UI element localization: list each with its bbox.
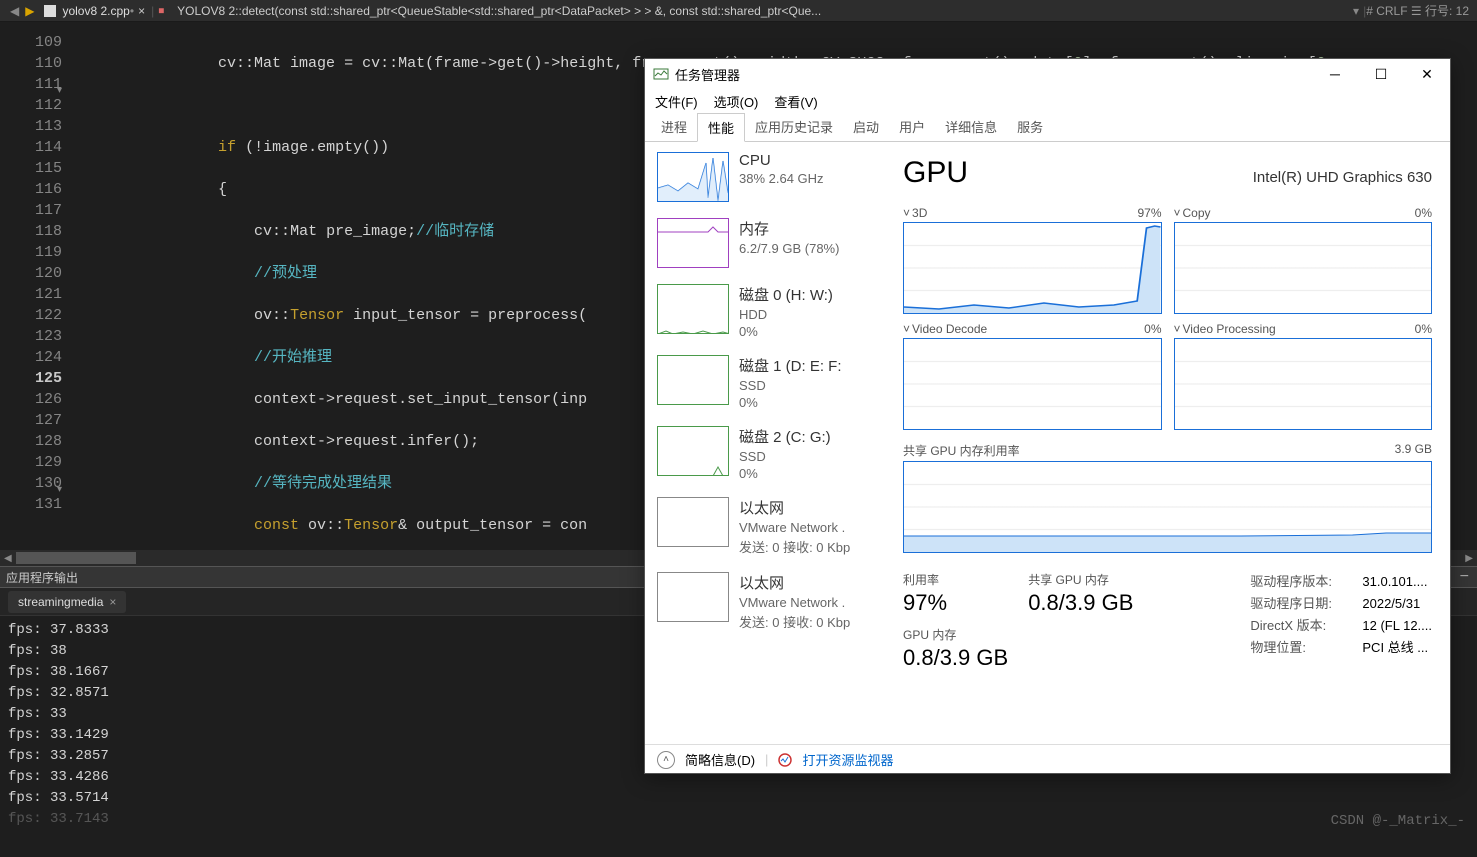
tab-users[interactable]: 用户 [889, 113, 935, 141]
open-resource-monitor[interactable]: 打开资源监视器 [802, 750, 893, 769]
info-directx: 12 (FL 12.... [1362, 615, 1432, 637]
scroll-right-icon[interactable]: ▶ [1461, 553, 1477, 564]
task-manager-window: 任务管理器 ─ ☐ ✕ 文件(F) 选项(O) 查看(V) 进程 性能 应用历史… [644, 58, 1451, 774]
chevron-down-icon[interactable]: ˅ [903, 206, 910, 220]
info-driver-ver-label: 驱动程序版本: [1250, 571, 1350, 593]
tab-performance[interactable]: 性能 [697, 113, 745, 142]
dropdown-icon[interactable]: ▾ [1353, 4, 1359, 18]
close-tab[interactable]: × [138, 4, 145, 18]
fold-icon[interactable]: ▾ [57, 480, 62, 501]
chart-label-vdecode[interactable]: Video Decode [912, 322, 987, 336]
sidebar-item-disk0[interactable]: 磁盘 0 (H: W:)HDD0% [657, 284, 895, 339]
chart-shared-memory [903, 461, 1432, 553]
info-driver-date-label: 驱动程序日期: [1250, 593, 1350, 615]
line-gutter: 109 110 111▾ 112 113 114 115 116 117 118… [0, 22, 74, 550]
chart-value-vproc: 0% [1415, 322, 1432, 336]
sidebar-item-disk1[interactable]: 磁盘 1 (D: E: F:SSD0% [657, 355, 895, 410]
breadcrumb[interactable]: YOLOV8 2::detect(const std::shared_ptr<Q… [177, 4, 1349, 18]
chart-3d [903, 222, 1162, 314]
info-driver-date: 2022/5/31 [1362, 593, 1420, 615]
scroll-left-icon[interactable]: ◀ [0, 553, 16, 564]
watermark: CSDN @-_Matrix_- [1331, 813, 1465, 829]
taskmgr-footer: ˄ 简略信息(D) | 打开资源监视器 [645, 744, 1450, 774]
fold-icon[interactable]: ▾ [57, 81, 62, 102]
modified-dot-icon: • [130, 4, 134, 18]
util-value: 97% [903, 590, 1008, 616]
chevron-down-icon[interactable]: ˅ [903, 322, 910, 336]
file-icon [44, 5, 56, 17]
sidebar-item-memory[interactable]: 内存6.2/7.9 GB (78%) [657, 218, 895, 268]
info-location: PCI 总线 ... [1362, 637, 1428, 659]
minus-icon[interactable]: − [1460, 568, 1469, 586]
menu-options[interactable]: 选项(O) [714, 92, 759, 111]
util-label: 利用率 [903, 571, 1008, 588]
scrollbar-thumb[interactable] [16, 552, 136, 564]
menu-file[interactable]: 文件(F) [655, 92, 698, 111]
nav-back-icon[interactable]: ◀ [10, 4, 19, 18]
tab-app-history[interactable]: 应用历史记录 [745, 113, 843, 141]
sidebar-item-ethernet1[interactable]: 以太网VMware Network .发送: 0 接收: 0 Kbp [657, 497, 895, 556]
chart-video-decode [903, 338, 1162, 430]
nav-forward-icon[interactable]: ▶ [25, 4, 34, 18]
shared-mem-label: 共享 GPU 内存利用率 [903, 442, 1020, 459]
chart-value-vdecode: 0% [1144, 322, 1161, 336]
monitor-icon [778, 753, 792, 767]
status-text: # CRLF ☰ 行号: 12 [1366, 2, 1477, 19]
shared-mem-max: 3.9 GB [1395, 442, 1432, 459]
chart-value-3d: 97% [1137, 206, 1161, 220]
tab-processes[interactable]: 进程 [651, 113, 697, 141]
chevron-down-icon[interactable]: ˅ [1174, 206, 1181, 220]
tab-details[interactable]: 详细信息 [935, 113, 1007, 141]
diamond-icon: ◆ [155, 4, 168, 17]
gpu-mem-label: GPU 内存 [903, 626, 1008, 643]
tab-services[interactable]: 服务 [1007, 113, 1053, 141]
close-button[interactable]: ✕ [1404, 59, 1450, 89]
info-directx-label: DirectX 版本: [1250, 615, 1350, 637]
gpu-heading: GPU [903, 156, 968, 190]
chevron-down-icon[interactable]: ˅ [1174, 322, 1181, 336]
gpu-device-name: Intel(R) UHD Graphics 630 [1253, 169, 1432, 186]
perf-main: GPU Intel(R) UHD Graphics 630 ˅3D97% ˅Co… [895, 142, 1450, 744]
sidebar-item-disk2[interactable]: 磁盘 2 (C: G:)SSD0% [657, 426, 895, 481]
chart-value-copy: 0% [1415, 206, 1432, 220]
file-tab[interactable]: yolov8 2.cpp [62, 4, 129, 18]
chart-copy [1174, 222, 1433, 314]
titlebar[interactable]: 任务管理器 ─ ☐ ✕ [645, 59, 1450, 89]
chart-video-processing [1174, 338, 1433, 430]
window-title: 任务管理器 [675, 65, 740, 84]
chart-label-vproc[interactable]: Video Processing [1183, 322, 1276, 336]
brief-info-link[interactable]: 简略信息(D) [685, 750, 755, 769]
tab-startup[interactable]: 启动 [843, 113, 889, 141]
taskmgr-icon [653, 66, 669, 82]
close-icon[interactable]: × [109, 595, 116, 609]
sidebar-item-ethernet2[interactable]: 以太网VMware Network .发送: 0 接收: 0 Kbp [657, 572, 895, 631]
output-tab[interactable]: streamingmedia × [8, 591, 126, 613]
shared-gpu-label: 共享 GPU 内存 [1028, 571, 1133, 588]
gpu-mem-value: 0.8/3.9 GB [903, 645, 1008, 671]
chart-label-copy[interactable]: Copy [1183, 206, 1211, 220]
info-location-label: 物理位置: [1250, 637, 1350, 659]
maximize-button[interactable]: ☐ [1358, 59, 1404, 89]
sidebar-item-cpu[interactable]: CPU38% 2.64 GHz [657, 152, 895, 202]
collapse-icon[interactable]: ˄ [657, 751, 675, 769]
info-driver-ver: 31.0.101.... [1362, 571, 1427, 593]
tab-bar: 进程 性能 应用历史记录 启动 用户 详细信息 服务 [645, 113, 1450, 142]
chart-label-3d[interactable]: 3D [912, 206, 927, 220]
minimize-button[interactable]: ─ [1312, 59, 1358, 89]
output-title: 应用程序输出 [0, 569, 78, 586]
ide-toolbar: ◀ ▶ yolov8 2.cpp • × | ◆ YOLOV8 2::detec… [0, 0, 1477, 22]
menubar: 文件(F) 选项(O) 查看(V) [645, 89, 1450, 113]
shared-gpu-value: 0.8/3.9 GB [1028, 590, 1133, 616]
perf-sidebar[interactable]: CPU38% 2.64 GHz 内存6.2/7.9 GB (78%) 磁盘 0 … [645, 142, 895, 744]
menu-view[interactable]: 查看(V) [774, 92, 817, 111]
